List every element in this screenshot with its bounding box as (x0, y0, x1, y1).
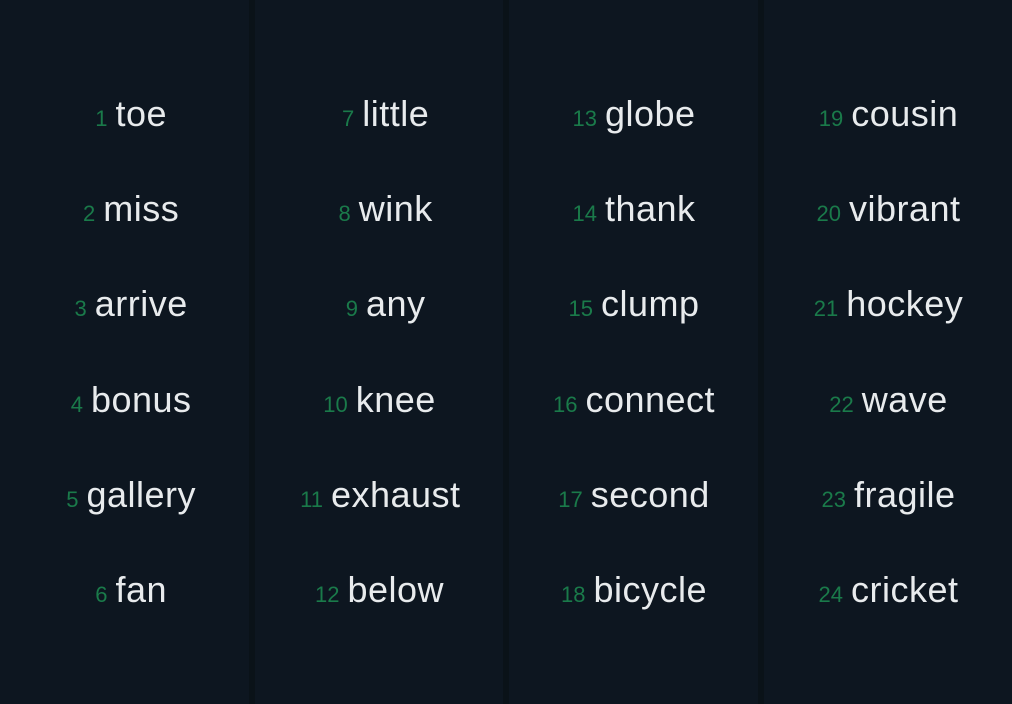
word-number: 10 (322, 392, 348, 418)
word-number: 6 (81, 582, 107, 608)
word-text: miss (103, 188, 179, 230)
word-text: hockey (846, 283, 963, 325)
word-text: knee (356, 379, 436, 421)
seed-phrase-container: 1 toe 2 miss 3 arrive 4 bonus 5 gallery … (0, 0, 1012, 704)
word-text: second (591, 474, 710, 516)
seed-word-item: 17 second (509, 474, 758, 516)
word-number: 9 (332, 296, 358, 322)
word-number: 8 (325, 201, 351, 227)
seed-word-item: 11 exhaust (255, 474, 504, 516)
seed-word-item: 22 wave (764, 379, 1012, 421)
word-text: any (366, 283, 426, 325)
word-number: 19 (817, 106, 843, 132)
word-number: 11 (297, 487, 323, 513)
seed-word-item: 15 clump (509, 283, 758, 325)
word-text: toe (115, 93, 167, 135)
word-number: 7 (328, 106, 354, 132)
word-text: thank (605, 188, 696, 230)
word-number: 23 (820, 487, 846, 513)
word-text: exhaust (331, 474, 461, 516)
word-number: 16 (551, 392, 577, 418)
word-number: 24 (817, 582, 843, 608)
seed-word-item: 12 below (255, 569, 504, 611)
word-number: 12 (313, 582, 339, 608)
seed-word-item: 6 fan (0, 569, 249, 611)
word-text: gallery (86, 474, 196, 516)
word-column-3: 13 globe 14 thank 15 clump 16 connect 17… (509, 0, 758, 704)
word-number: 2 (69, 201, 95, 227)
word-text: arrive (95, 283, 188, 325)
seed-word-item: 14 thank (509, 188, 758, 230)
seed-word-item: 10 knee (255, 379, 504, 421)
word-number: 3 (61, 296, 87, 322)
word-number: 22 (828, 392, 854, 418)
seed-word-item: 24 cricket (764, 569, 1012, 611)
word-number: 17 (557, 487, 583, 513)
seed-word-item: 2 miss (0, 188, 249, 230)
word-number: 13 (571, 106, 597, 132)
seed-word-item: 3 arrive (0, 283, 249, 325)
word-column-2: 7 little 8 wink 9 any 10 knee 11 exhaust… (255, 0, 504, 704)
seed-word-item: 1 toe (0, 93, 249, 135)
seed-word-item: 23 fragile (764, 474, 1012, 516)
word-number: 5 (52, 487, 78, 513)
seed-word-item: 20 vibrant (764, 188, 1012, 230)
seed-word-item: 16 connect (509, 379, 758, 421)
seed-word-item: 13 globe (509, 93, 758, 135)
seed-word-item: 18 bicycle (509, 569, 758, 611)
word-text: fan (115, 569, 167, 611)
word-number: 1 (81, 106, 107, 132)
word-number: 14 (571, 201, 597, 227)
word-number: 15 (567, 296, 593, 322)
seed-word-item: 4 bonus (0, 379, 249, 421)
word-text: wink (359, 188, 433, 230)
word-text: connect (585, 379, 715, 421)
word-column-4: 19 cousin 20 vibrant 21 hockey 22 wave 2… (764, 0, 1012, 704)
word-text: globe (605, 93, 696, 135)
word-number: 21 (812, 296, 838, 322)
word-number: 18 (559, 582, 585, 608)
word-text: little (362, 93, 429, 135)
word-text: below (347, 569, 444, 611)
seed-word-item: 19 cousin (764, 93, 1012, 135)
seed-word-item: 21 hockey (764, 283, 1012, 325)
seed-word-item: 7 little (255, 93, 504, 135)
word-text: clump (601, 283, 700, 325)
word-text: vibrant (849, 188, 961, 230)
word-text: wave (862, 379, 948, 421)
word-text: bicycle (593, 569, 707, 611)
word-text: fragile (854, 474, 956, 516)
word-number: 20 (815, 201, 841, 227)
seed-word-item: 9 any (255, 283, 504, 325)
word-text: bonus (91, 379, 192, 421)
seed-word-item: 8 wink (255, 188, 504, 230)
word-number: 4 (57, 392, 83, 418)
seed-word-item: 5 gallery (0, 474, 249, 516)
word-text: cousin (851, 93, 958, 135)
word-text: cricket (851, 569, 959, 611)
word-column-1: 1 toe 2 miss 3 arrive 4 bonus 5 gallery … (0, 0, 249, 704)
